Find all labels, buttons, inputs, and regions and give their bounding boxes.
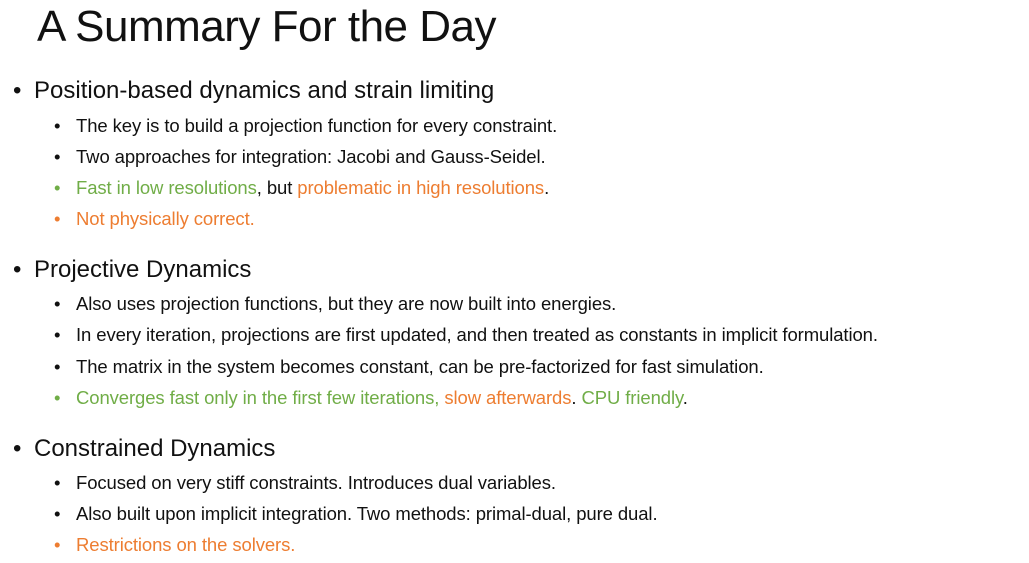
list-item: • Not physically correct.: [54, 208, 255, 230]
list-item: • Restrictions on the solvers.: [54, 534, 295, 556]
section-heading-projective: • Projective Dynamics: [13, 256, 251, 284]
slide: A Summary For the Day • Position-based dy…: [0, 0, 1029, 563]
list-item: • Fast in low resolutions, but problemati…: [54, 177, 549, 199]
bullet-icon: •: [54, 177, 61, 198]
bullet-icon: •: [13, 256, 22, 283]
section-heading-label: Projective Dynamics: [34, 256, 252, 283]
section-heading-label: Constrained Dynamics: [34, 435, 276, 462]
slide-title: A Summary For the Day: [37, 2, 496, 51]
bullet-icon: •: [54, 293, 61, 314]
list-item-text: The matrix in the system becomes constan…: [76, 356, 764, 377]
bullet-icon: •: [54, 324, 61, 345]
bullet-icon: •: [13, 77, 22, 104]
list-item-text-orange: Not physically correct.: [76, 208, 255, 229]
bullet-icon: •: [54, 472, 61, 493]
bullet-icon: •: [54, 356, 61, 377]
section-heading-label: Position-based dynamics and strain limit…: [34, 77, 495, 104]
section-heading-constrained: • Constrained Dynamics: [13, 435, 275, 463]
bullet-icon: •: [13, 435, 22, 462]
list-item: • The key is to build a projection functi…: [54, 115, 557, 137]
list-item: • Focused on very stiff constraints. Intr…: [54, 472, 556, 494]
list-item: • Also built upon implicit integration. T…: [54, 503, 658, 525]
list-item-text-green: Converges fast only in the first few ite…: [76, 387, 445, 408]
bullet-icon: •: [54, 387, 61, 408]
list-item-text-orange: problematic in high resolutions: [297, 177, 545, 198]
bullet-icon: •: [54, 146, 61, 167]
list-item-text: Also built upon implicit integration. Tw…: [76, 503, 658, 524]
list-item-text: In every iteration, projections are firs…: [76, 324, 878, 345]
list-item: • Converges fast only in the first few it…: [54, 387, 688, 409]
list-item-text: Also uses projection functions, but they…: [76, 293, 617, 314]
list-item: • In every iteration, projections are fir…: [54, 324, 878, 346]
section-heading-pbd: • Position-based dynamics and strain limi…: [13, 77, 494, 105]
list-item-text-green: Fast in low resolutions: [76, 177, 257, 198]
bullet-icon: •: [54, 208, 61, 229]
list-item-text: .: [544, 177, 550, 198]
list-item-text-orange: Restrictions on the solvers.: [76, 534, 296, 555]
list-item-text: Focused on very stiff constraints. Intro…: [76, 472, 556, 493]
list-item: • Two approaches for integration: Jacobi …: [54, 146, 546, 168]
list-item: • The matrix in the system becomes consta…: [54, 356, 764, 378]
list-item-text: Two approaches for integration: Jacobi a…: [76, 146, 546, 167]
list-item-text: .: [682, 387, 688, 408]
list-item-text: The key is to build a projection functio…: [76, 115, 558, 136]
bullet-icon: •: [54, 534, 61, 555]
list-item-text: .: [571, 387, 582, 408]
list-item-text-orange: slow afterwards: [444, 387, 572, 408]
list-item: • Also uses projection functions, but the…: [54, 293, 616, 315]
list-item-text: , but: [256, 177, 298, 198]
bullet-icon: •: [54, 115, 61, 136]
list-item-text-green: CPU friendly: [581, 387, 683, 408]
bullet-icon: •: [54, 503, 61, 524]
